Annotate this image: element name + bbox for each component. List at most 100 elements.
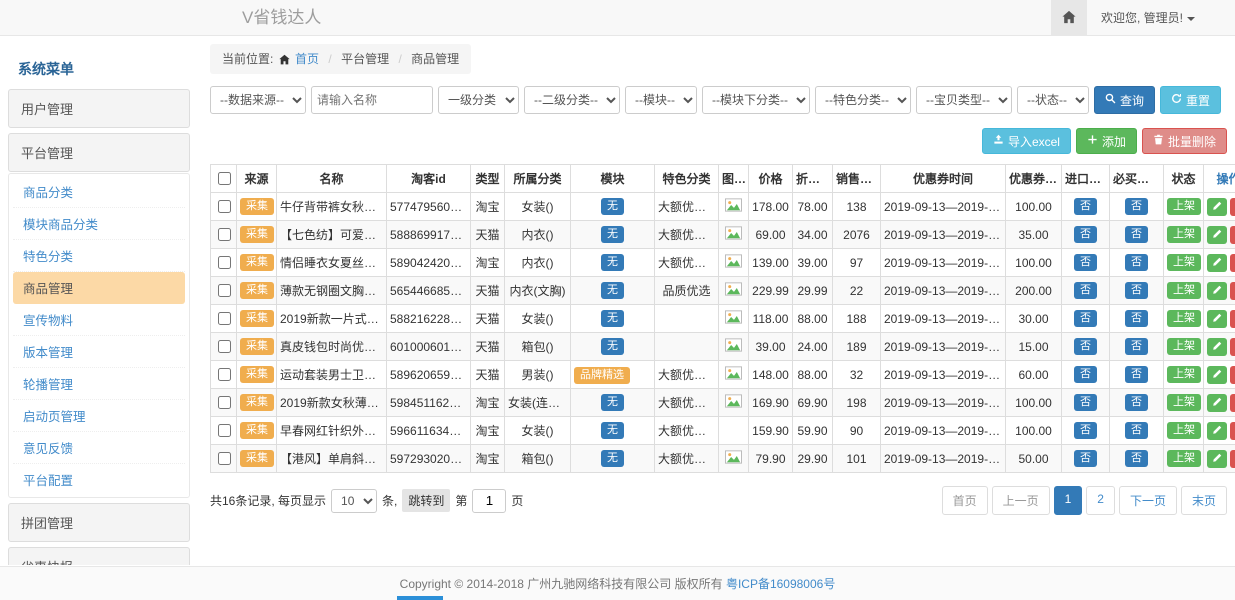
filter-select-6[interactable]: --宝贝类型-- [916, 86, 1012, 114]
module-badge[interactable]: 无 [601, 338, 624, 355]
edit-button[interactable] [1207, 450, 1227, 468]
edit-button[interactable] [1207, 282, 1227, 300]
delete-button[interactable] [1230, 198, 1235, 216]
add-button[interactable]: 添加 [1076, 128, 1137, 154]
batch-delete-button[interactable]: 批量删除 [1142, 128, 1227, 154]
must-buy-toggle[interactable]: 否 [1125, 394, 1148, 411]
user-menu[interactable]: 欢迎您, 管理员! [1087, 0, 1235, 36]
sidebar-subitem[interactable]: 意见反馈 [13, 432, 185, 464]
filter-select-0[interactable]: --数据来源-- [210, 86, 306, 114]
status-toggle[interactable]: 上架 [1167, 254, 1201, 271]
icp-link[interactable]: 粤ICP备16098006号 [726, 577, 835, 591]
import-select-toggle[interactable]: 否 [1074, 226, 1097, 243]
pager-button-0[interactable]: 首页 [942, 486, 988, 515]
must-buy-toggle[interactable]: 否 [1125, 282, 1148, 299]
import-select-toggle[interactable]: 否 [1074, 422, 1097, 439]
select-all-checkbox[interactable] [218, 172, 231, 185]
bottom-scrollbar-thumb[interactable] [397, 596, 443, 600]
must-buy-toggle[interactable]: 否 [1125, 226, 1148, 243]
pager-button-3[interactable]: 2 [1086, 486, 1115, 515]
sidebar-group-2[interactable]: 拼团管理 [8, 503, 190, 542]
delete-button[interactable] [1230, 338, 1235, 356]
sidebar-subitem[interactable]: 特色分类 [13, 240, 185, 272]
pager-button-5[interactable]: 末页 [1181, 486, 1227, 515]
sidebar-subitem[interactable]: 启动页管理 [13, 400, 185, 432]
module-badge[interactable]: 无 [601, 254, 624, 271]
filter-select-2[interactable]: --二级分类-- [524, 86, 620, 114]
sidebar-group-0[interactable]: 用户管理 [8, 89, 190, 128]
pager-button-2[interactable]: 1 [1054, 486, 1083, 515]
row-checkbox[interactable] [218, 340, 231, 353]
reset-button[interactable]: 重置 [1160, 86, 1221, 114]
edit-button[interactable] [1207, 254, 1227, 272]
filter-select-5[interactable]: --特色分类-- [815, 86, 911, 114]
delete-button[interactable] [1230, 394, 1235, 412]
delete-button[interactable] [1230, 450, 1235, 468]
must-buy-toggle[interactable]: 否 [1125, 422, 1148, 439]
module-badge[interactable]: 无 [601, 394, 624, 411]
import-select-toggle[interactable]: 否 [1074, 394, 1097, 411]
per-page-select[interactable]: 10 [331, 489, 377, 513]
edit-button[interactable] [1207, 366, 1227, 384]
must-buy-toggle[interactable]: 否 [1125, 254, 1148, 271]
filter-select-4[interactable]: --模块下分类-- [702, 86, 810, 114]
status-toggle[interactable]: 上架 [1167, 198, 1201, 215]
module-badge[interactable]: 无 [601, 282, 624, 299]
must-buy-toggle[interactable]: 否 [1125, 366, 1148, 383]
delete-button[interactable] [1230, 226, 1235, 244]
edit-button[interactable] [1207, 226, 1227, 244]
sidebar-subitem[interactable]: 轮播管理 [13, 368, 185, 400]
edit-button[interactable] [1207, 422, 1227, 440]
row-checkbox[interactable] [218, 424, 231, 437]
status-toggle[interactable]: 上架 [1167, 366, 1201, 383]
sidebar-subitem[interactable]: 模块商品分类 [13, 208, 185, 240]
pager-button-1[interactable]: 上一页 [992, 486, 1050, 515]
row-checkbox[interactable] [218, 312, 231, 325]
status-toggle[interactable]: 上架 [1167, 338, 1201, 355]
sidebar-subitem[interactable]: 版本管理 [13, 336, 185, 368]
must-buy-toggle[interactable]: 否 [1125, 338, 1148, 355]
import-select-toggle[interactable]: 否 [1074, 254, 1097, 271]
row-checkbox[interactable] [218, 284, 231, 297]
sidebar-subitem[interactable]: 平台配置 [13, 464, 185, 495]
sidebar-group-3[interactable]: 省惠快报 [8, 547, 190, 565]
import-select-toggle[interactable]: 否 [1074, 310, 1097, 327]
row-checkbox[interactable] [218, 368, 231, 381]
must-buy-toggle[interactable]: 否 [1125, 450, 1148, 467]
delete-button[interactable] [1230, 422, 1235, 440]
status-toggle[interactable]: 上架 [1167, 450, 1201, 467]
status-toggle[interactable]: 上架 [1167, 226, 1201, 243]
row-checkbox[interactable] [218, 200, 231, 213]
edit-button[interactable] [1207, 310, 1227, 328]
module-badge[interactable]: 品牌精选 [574, 367, 630, 384]
import-select-toggle[interactable]: 否 [1074, 366, 1097, 383]
delete-button[interactable] [1230, 282, 1235, 300]
import-excel-button[interactable]: 导入excel [982, 128, 1071, 154]
status-toggle[interactable]: 上架 [1167, 310, 1201, 327]
row-checkbox[interactable] [218, 396, 231, 409]
name-search-input[interactable] [311, 86, 433, 114]
row-checkbox[interactable] [218, 452, 231, 465]
filter-select-3[interactable]: --模块-- [625, 86, 697, 114]
search-button[interactable]: 查询 [1094, 86, 1155, 114]
filter-select-7[interactable]: --状态-- [1017, 86, 1089, 114]
filter-select-1[interactable]: 一级分类 [438, 86, 519, 114]
jump-to-button[interactable]: 跳转到 [402, 489, 450, 512]
delete-button[interactable] [1230, 254, 1235, 272]
status-toggle[interactable]: 上架 [1167, 282, 1201, 299]
delete-button[interactable] [1230, 366, 1235, 384]
must-buy-toggle[interactable]: 否 [1125, 198, 1148, 215]
breadcrumb-home-link[interactable]: 首页 [295, 52, 319, 66]
sidebar-group-1[interactable]: 平台管理 [8, 133, 190, 172]
sidebar-subitem[interactable]: 商品管理 [13, 272, 185, 304]
import-select-toggle[interactable]: 否 [1074, 282, 1097, 299]
sidebar-subitem[interactable]: 宣传物料 [13, 304, 185, 336]
delete-button[interactable] [1230, 310, 1235, 328]
home-button[interactable] [1051, 0, 1087, 36]
import-select-toggle[interactable]: 否 [1074, 198, 1097, 215]
row-checkbox[interactable] [218, 228, 231, 241]
import-select-toggle[interactable]: 否 [1074, 450, 1097, 467]
must-buy-toggle[interactable]: 否 [1125, 310, 1148, 327]
module-badge[interactable]: 无 [601, 450, 624, 467]
module-badge[interactable]: 无 [601, 310, 624, 327]
